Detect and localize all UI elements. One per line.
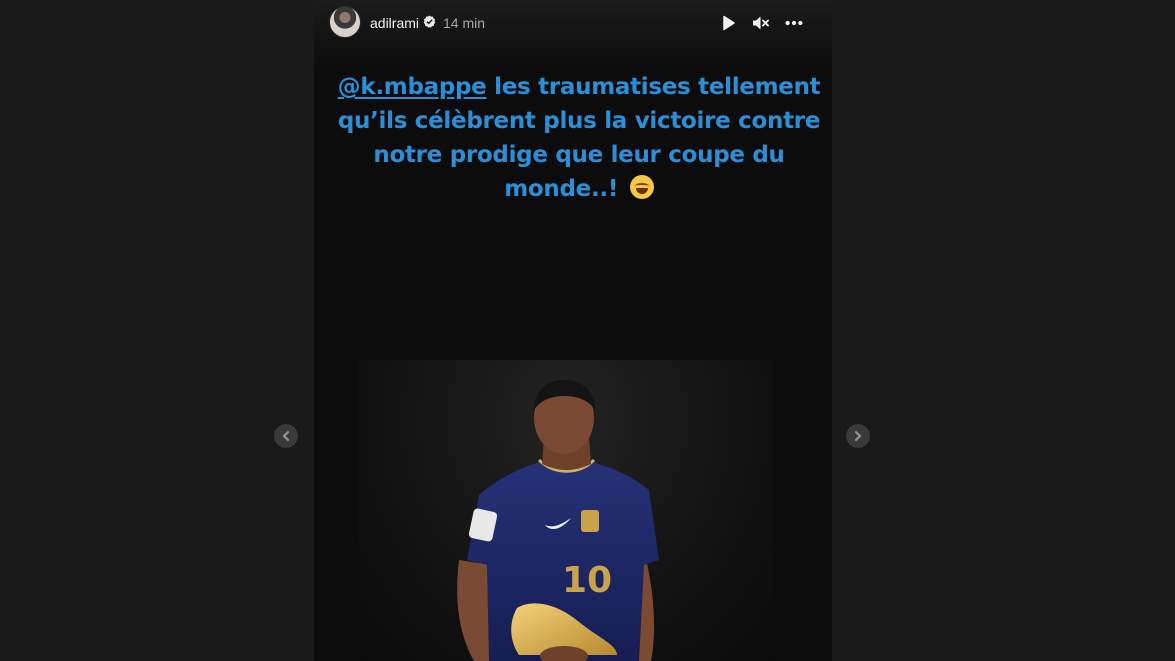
story-viewer: adilrami 14 min @k.mbappe les traumatise… bbox=[314, 0, 832, 661]
avatar[interactable] bbox=[329, 6, 361, 38]
story-caption: @k.mbappe les traumatises tellement qu’i… bbox=[334, 70, 824, 206]
verified-badge-icon bbox=[423, 15, 436, 28]
chevron-right-icon bbox=[855, 431, 862, 441]
next-story-button[interactable] bbox=[846, 424, 870, 448]
crest-icon bbox=[581, 510, 599, 532]
play-icon[interactable] bbox=[718, 13, 738, 33]
chevron-left-icon bbox=[282, 431, 289, 441]
more-icon[interactable] bbox=[784, 13, 804, 33]
previous-story-button[interactable] bbox=[274, 424, 298, 448]
player-illustration: 10 bbox=[457, 380, 659, 661]
story-photo: 10 bbox=[359, 360, 774, 661]
mention-link[interactable]: @k.mbappe bbox=[338, 74, 487, 100]
username[interactable]: adilrami bbox=[370, 15, 419, 31]
mute-icon[interactable] bbox=[750, 13, 770, 33]
jersey-number: 10 bbox=[562, 560, 612, 601]
laughing-emoji-icon bbox=[629, 175, 654, 199]
post-time: 14 min bbox=[443, 15, 486, 31]
story-header: adilrami 14 min bbox=[314, 0, 832, 46]
